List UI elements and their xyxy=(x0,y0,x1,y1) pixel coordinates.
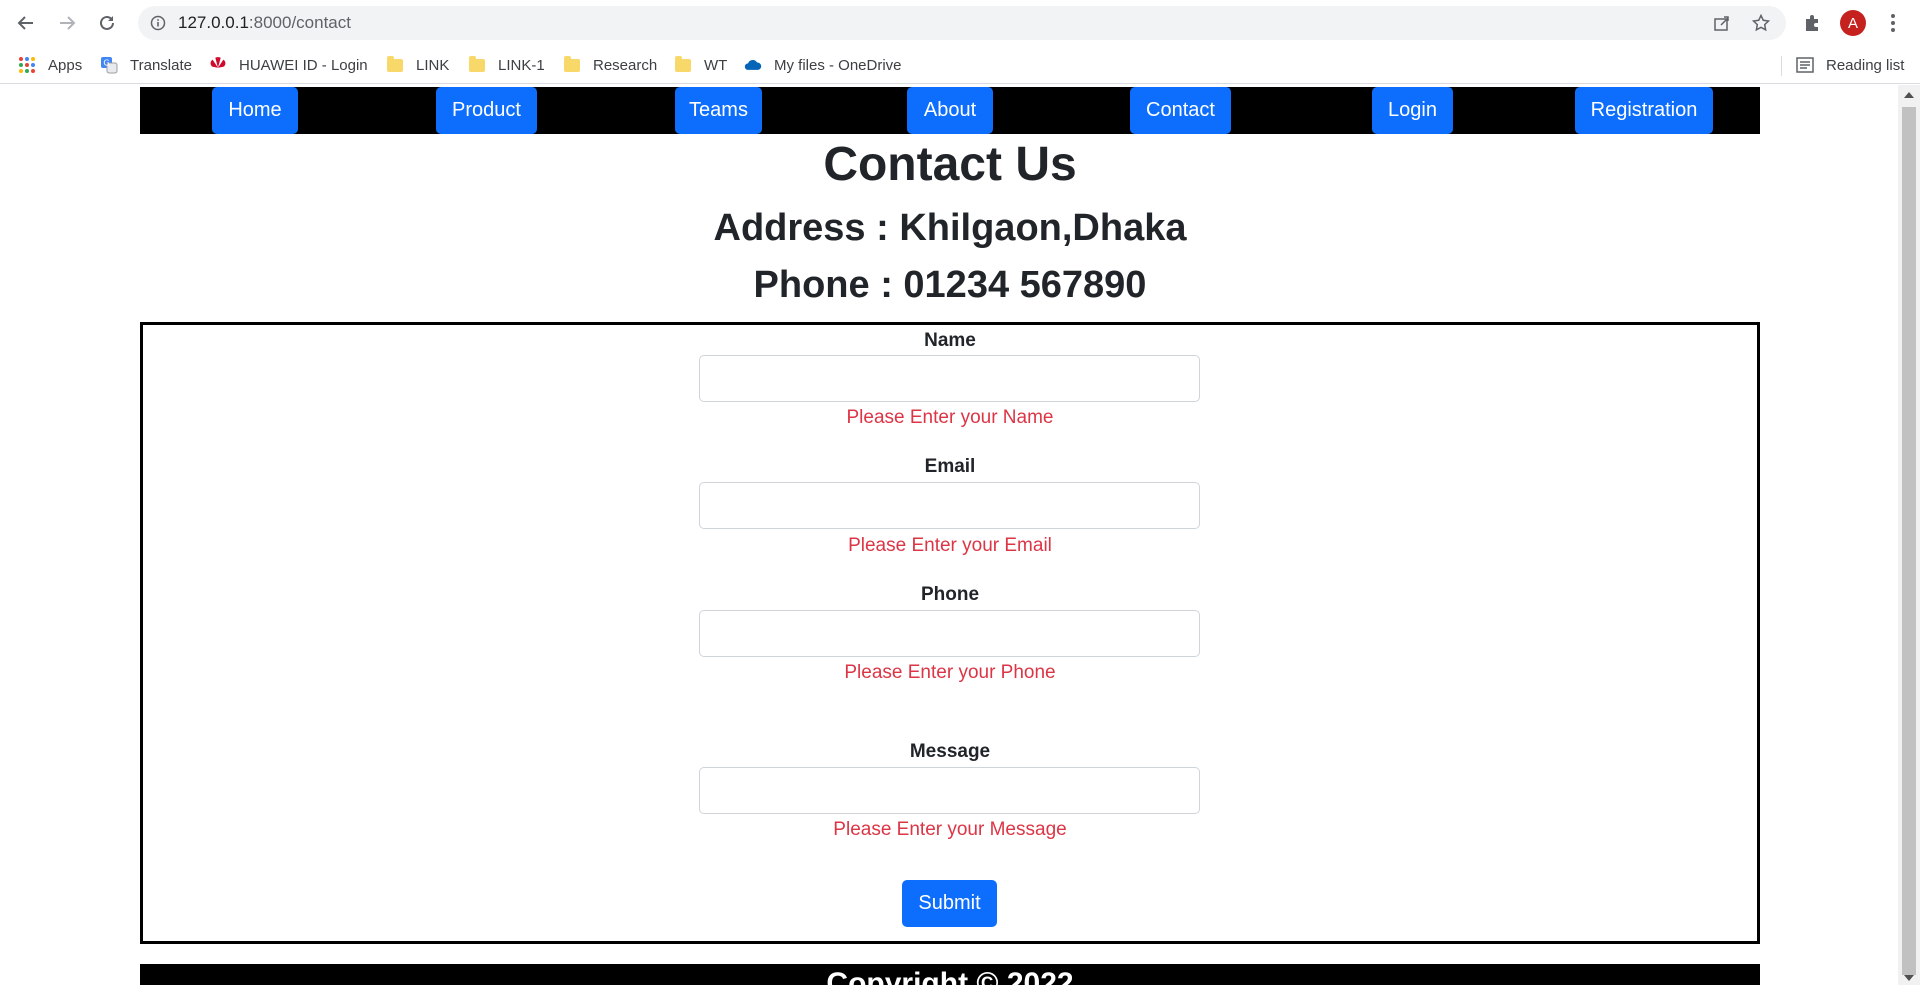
nav-contact[interactable]: Contact xyxy=(1130,87,1231,134)
bookmark-huawei[interactable]: HUAWEI ID - Login xyxy=(209,54,368,76)
folder-icon xyxy=(468,55,486,74)
url-host: 127.0.0.1 xyxy=(178,13,249,32)
bookmark-folder-wt[interactable]: WT xyxy=(674,54,727,76)
back-button[interactable] xyxy=(12,9,40,37)
profile-button[interactable]: A xyxy=(1839,9,1867,37)
puzzle-piece-icon xyxy=(1806,15,1818,31)
contact-address: Address : Khilgaon,Dhaka xyxy=(713,207,1187,249)
bookmark-translate[interactable]: G Translate xyxy=(100,54,192,76)
name-field[interactable] xyxy=(699,355,1200,402)
message-field[interactable] xyxy=(699,767,1200,814)
folder-icon xyxy=(674,55,692,74)
message-error: Please Enter your Message xyxy=(833,819,1067,840)
email-label: Email xyxy=(924,456,976,477)
nav-about[interactable]: About xyxy=(907,87,993,134)
email-error: Please Enter your Email xyxy=(848,535,1052,556)
bookmark-folder-link[interactable]: LINK xyxy=(386,54,449,76)
folder-icon xyxy=(563,55,581,74)
bookmark-label: LINK xyxy=(416,56,450,74)
scrollbar-thumb[interactable] xyxy=(1902,107,1916,975)
kebab-menu-icon xyxy=(1891,14,1895,32)
copyright-text: Copyright © 2022 xyxy=(826,967,1074,985)
nav-teams[interactable]: Teams xyxy=(675,87,762,134)
reload-button[interactable] xyxy=(93,9,121,37)
name-error: Please Enter your Name xyxy=(846,407,1054,428)
nav-product[interactable]: Product xyxy=(436,87,537,134)
contact-form: Name Please Enter your Name Email Please… xyxy=(140,322,1760,944)
back-arrow-icon xyxy=(17,16,33,30)
folder-icon xyxy=(386,55,404,74)
apps-grid-icon xyxy=(18,56,36,74)
scroll-up-icon[interactable] xyxy=(1904,92,1914,98)
name-label: Name xyxy=(924,330,976,351)
browser-toolbar: 127.0.0.1:8000/contact A xyxy=(0,0,1920,46)
svg-text:G: G xyxy=(103,59,109,68)
page-scrollbar[interactable] xyxy=(1898,85,1920,985)
phone-field[interactable] xyxy=(699,610,1200,657)
site-navbar: Home Product Teams About Contact Login R… xyxy=(140,87,1760,134)
nav-home[interactable]: Home xyxy=(212,87,298,134)
google-translate-icon: G xyxy=(100,56,118,74)
address-bar[interactable]: 127.0.0.1:8000/contact xyxy=(138,6,1786,40)
footer: Copyright © 2022 xyxy=(140,964,1760,985)
reading-list-button[interactable]: Reading list xyxy=(1796,54,1904,76)
nav-registration[interactable]: Registration xyxy=(1575,87,1713,134)
onedrive-cloud-icon xyxy=(744,56,762,74)
avatar: A xyxy=(1840,10,1866,36)
bookmark-label: Research xyxy=(593,56,658,74)
reading-list-icon xyxy=(1796,56,1814,74)
bookmark-onedrive[interactable]: My files - OneDrive xyxy=(744,54,902,76)
huawei-logo-icon xyxy=(209,56,227,74)
reading-list-label: Reading list xyxy=(1826,56,1905,74)
phone-error: Please Enter your Phone xyxy=(844,662,1056,683)
url-path: :8000/contact xyxy=(248,13,351,32)
share-icon[interactable] xyxy=(1712,13,1732,33)
submit-button[interactable]: Submit xyxy=(902,880,997,927)
bookmark-label: WT xyxy=(704,56,728,74)
email-field[interactable] xyxy=(699,482,1200,529)
bookmark-label: Apps xyxy=(48,56,83,74)
nav-login[interactable]: Login xyxy=(1372,87,1453,134)
reload-icon xyxy=(100,15,114,30)
bookmark-star-icon[interactable] xyxy=(1751,13,1771,33)
bookmark-folder-link-1[interactable]: LINK-1 xyxy=(468,54,545,76)
forward-button[interactable] xyxy=(53,9,81,37)
extensions-button[interactable] xyxy=(1799,9,1827,37)
bookmark-label: My files - OneDrive xyxy=(774,56,902,74)
phone-label: Phone xyxy=(920,584,980,605)
bookmark-label: HUAWEI ID - Login xyxy=(239,56,368,74)
browser-menu-button[interactable] xyxy=(1879,9,1907,37)
bookmark-label: LINK-1 xyxy=(498,56,545,74)
page-title: Contact Us xyxy=(823,138,1077,191)
page-viewport: Home Product Teams About Contact Login R… xyxy=(0,85,1898,985)
scroll-down-icon[interactable] xyxy=(1904,975,1914,981)
bookmarks-separator xyxy=(1781,56,1782,76)
url-text[interactable]: 127.0.0.1:8000/contact xyxy=(178,13,351,33)
bookmark-label: Translate xyxy=(130,56,192,74)
contact-phone: Phone : 01234 567890 xyxy=(753,264,1147,306)
bookmark-folder-research[interactable]: Research xyxy=(563,54,657,76)
site-info-icon[interactable] xyxy=(148,13,168,33)
forward-arrow-icon xyxy=(60,16,76,30)
message-label: Message xyxy=(909,741,991,762)
bookmark-apps[interactable]: Apps xyxy=(18,54,82,76)
bookmarks-bar: Apps G Translate HUAWEI ID - Login LINK … xyxy=(0,46,1920,84)
